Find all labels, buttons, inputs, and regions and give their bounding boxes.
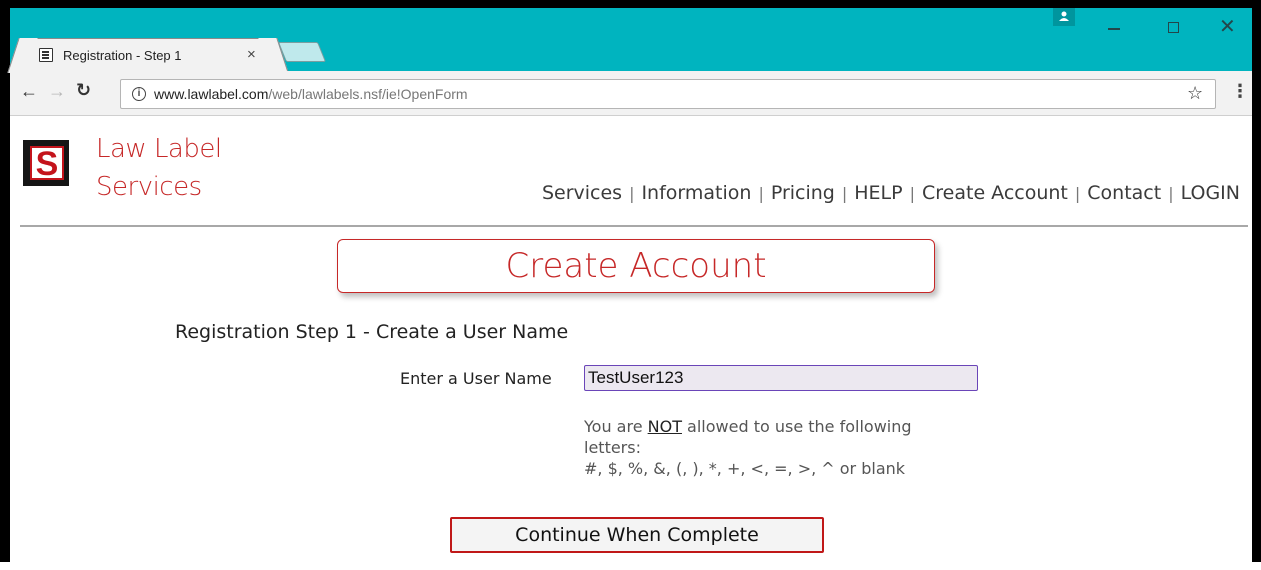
username-input[interactable] (584, 365, 978, 391)
browser-window: Registration - Step 1 × ✕ ← → ↻ i www.la… (0, 0, 1261, 570)
nav-help[interactable]: HELP (854, 182, 902, 204)
browser-toolbar: ← → ↻ i www.lawlabel.com/web/lawlabels.n… (10, 71, 1252, 116)
page-icon (39, 48, 53, 62)
reload-icon[interactable]: ↻ (76, 80, 91, 101)
back-arrow-icon[interactable]: ← (20, 81, 38, 102)
step-heading: Registration Step 1 - Create a User Name (175, 321, 569, 343)
nav-pricing[interactable]: Pricing (771, 182, 835, 204)
brand-line-1: Law Label (96, 134, 222, 164)
hint-prefix: You are (584, 417, 648, 436)
hint-chars: #, $, %, &, (, ), *, +, <, =, >, ^ or bl… (584, 459, 906, 478)
page-title-box: Create Account (337, 239, 935, 293)
address-bar[interactable]: i www.lawlabel.com/web/lawlabels.nsf/ie!… (120, 79, 1216, 109)
nav-information[interactable]: Information (641, 182, 751, 204)
new-tab-button[interactable] (277, 42, 327, 62)
url-path: /web/lawlabels.nsf/ie!OpenForm (268, 86, 468, 102)
username-hint: You are NOT allowed to use the following… (584, 416, 964, 479)
main-nav: Services | Information | Pricing | HELP | Create… (542, 182, 1240, 204)
close-tab-icon[interactable]: × (247, 46, 256, 63)
nav-separator: | (841, 184, 848, 203)
nav-contact[interactable]: Contact (1087, 182, 1161, 204)
tab-title: Registration - Step 1 (63, 48, 182, 63)
page-title: Create Account (505, 246, 767, 286)
info-icon[interactable]: i (132, 87, 146, 101)
logo-letter: S (35, 145, 59, 183)
username-label: Enter a User Name (400, 369, 552, 388)
title-bar: Registration - Step 1 × ✕ (10, 8, 1252, 72)
user-profile-icon[interactable] (1053, 8, 1075, 26)
nav-separator: | (909, 184, 915, 203)
nav-create-account[interactable]: Create Account (922, 182, 1068, 204)
kebab-menu-icon[interactable]: ⋮ (1231, 81, 1249, 102)
url-host: www.lawlabel.com (154, 86, 269, 102)
close-window-icon[interactable]: ✕ (1219, 14, 1236, 39)
forward-arrow-icon[interactable]: → (48, 81, 66, 102)
page-content: S Law Label Services Services | Informatio… (10, 116, 1252, 570)
site-logo[interactable]: S (23, 140, 69, 186)
tab-registration[interactable]: Registration - Step 1 × (22, 38, 274, 72)
continue-button[interactable]: Continue When Complete (450, 517, 824, 553)
url-text: www.lawlabel.com/web/lawlabels.nsf/ie!Op… (154, 86, 468, 102)
nav-separator: | (629, 184, 635, 203)
nav-login[interactable]: LOGIN (1181, 182, 1240, 204)
brand-line-2: Services (96, 172, 202, 202)
header-divider (20, 225, 1248, 227)
nav-separator: | (1074, 184, 1081, 203)
maximize-icon[interactable] (1168, 22, 1179, 33)
hint-emphasis: NOT (647, 417, 682, 436)
nav-separator: | (1168, 184, 1174, 203)
minimize-icon[interactable] (1108, 28, 1120, 30)
bookmark-star-icon[interactable]: ☆ (1187, 83, 1203, 104)
nav-separator: | (758, 184, 764, 203)
nav-services[interactable]: Services (542, 182, 622, 204)
brand-name[interactable]: Law Label Services (96, 130, 222, 206)
